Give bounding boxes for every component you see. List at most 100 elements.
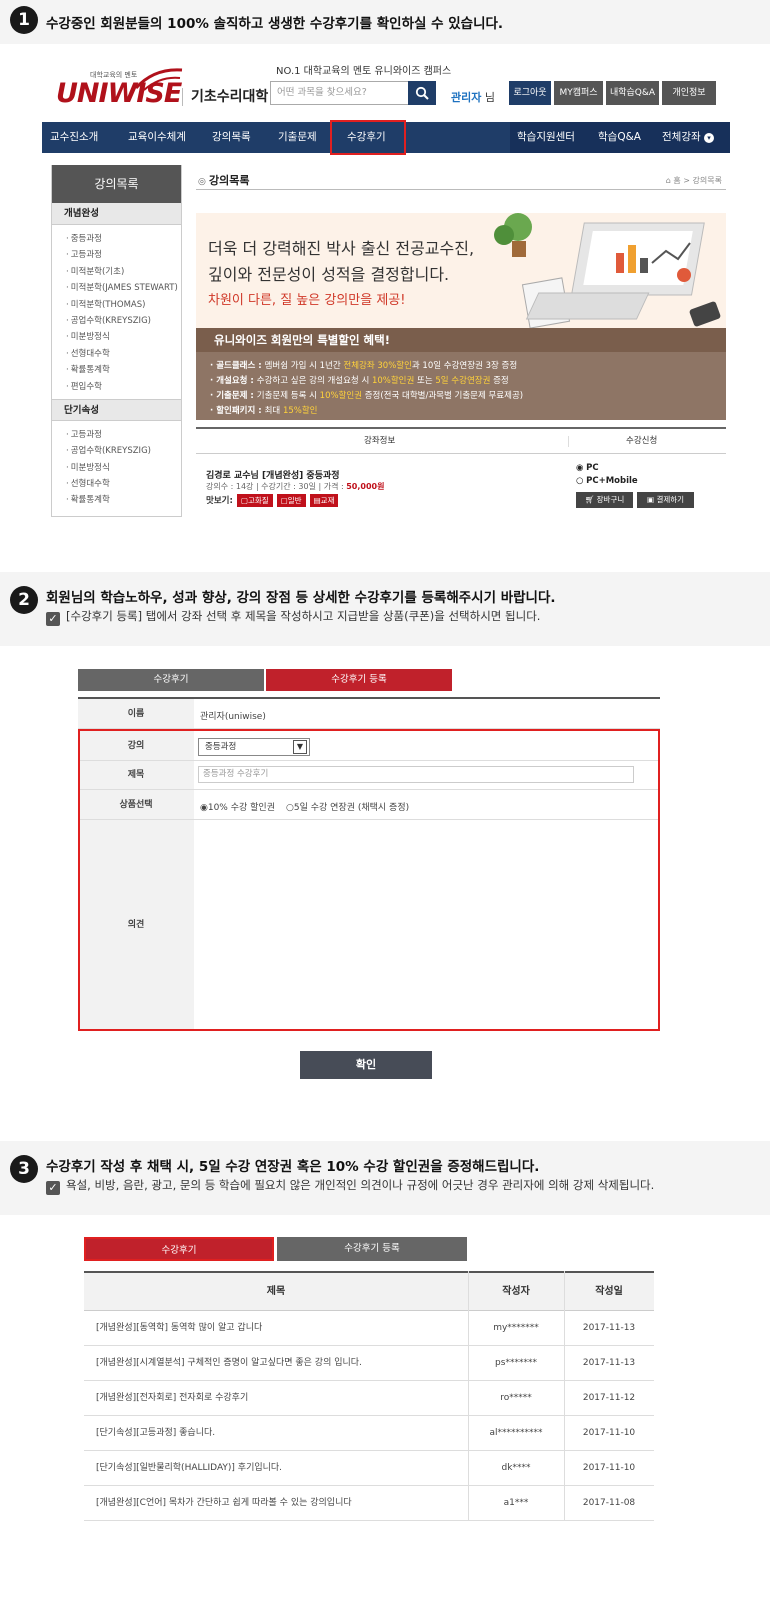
banner-line-3: 차원이 다른, 질 높은 강의만을 제공! [208, 293, 406, 308]
table-row[interactable]: [개념완성][시계열분석] 구체적인 증명이 알고싶다면 좋은 강의 입니다. … [84, 1346, 654, 1381]
benefit-text: 최대 [264, 406, 283, 416]
course-price: 50,000원 [346, 482, 385, 491]
nav-item-all-courses[interactable]: 전체강좌 ▾ [662, 122, 714, 153]
preview-sd-button[interactable]: ▢일반 [276, 494, 306, 507]
table-row[interactable]: [개념완성][C언어] 목차가 간단하고 쉽게 따라볼 수 있는 강의입니다 a… [84, 1486, 654, 1521]
review-date: 2017-11-08 [582, 1498, 636, 1508]
sidebar-item[interactable]: 선형대수학 [52, 476, 181, 492]
sidebar-item[interactable]: 공업수학(KREYSZIG) [52, 443, 181, 459]
pay-button[interactable]: ▣ 결제하기 [637, 492, 694, 508]
course-meta: 강의수 : 14강 | 수강기간 : 30일 | 가격 : 50,000원 [206, 481, 384, 492]
table-row[interactable]: [개념완성][동역학] 동역학 많이 알고 갑니다 my******* 2017… [84, 1311, 654, 1346]
sidebar-item[interactable]: 고등과정 [52, 247, 181, 263]
form-row-name: 이름 관리자(uniwise) [78, 699, 660, 729]
benefit-package: · 할인패키지 : 최대 15%할인 [210, 404, 318, 416]
review-title[interactable]: [단기속성][고등과정] 좋습니다. [96, 1416, 215, 1451]
sidebar-item[interactable]: 미적분학(JAMES STEWART) [52, 280, 181, 296]
review-author: ps******* [495, 1358, 537, 1368]
review-date: 2017-11-13 [582, 1358, 636, 1368]
sidebar-item[interactable]: 확률통계학 [52, 492, 181, 508]
sidebar-category-concept[interactable]: 개념완성 [52, 203, 181, 225]
review-title[interactable]: [개념완성][동역학] 동역학 많이 알고 갑니다 [96, 1311, 262, 1346]
sidebar-item[interactable]: 미적분학(THOMAS) [52, 297, 181, 313]
sidebar-list-concept: 중등과정 고등과정 미적분학(기초) 미적분학(JAMES STEWART) 미… [52, 225, 181, 399]
preview-hd-button[interactable]: ▢고화질 [236, 494, 273, 507]
preview-book-button[interactable]: ▤교재 [309, 494, 339, 507]
logout-button[interactable]: 로그아웃 [509, 81, 551, 105]
review-title[interactable]: [개념완성][전자회로] 전자회로 수강후기 [96, 1381, 248, 1416]
chevron-down-icon: ▾ [703, 133, 714, 143]
sidebar-item[interactable]: 중등과정 [52, 231, 181, 247]
tab-review-register[interactable]: 수강후기 등록 [266, 669, 452, 691]
tab-review[interactable]: 수강후기 [78, 669, 264, 691]
sidebar-category-short[interactable]: 단기속성 [52, 398, 181, 421]
cart-button[interactable]: 🛒︎ 장바구니 [576, 492, 633, 508]
review-author: al********** [489, 1428, 543, 1438]
nav-item-curriculum[interactable]: 교육이수체계 [128, 122, 186, 153]
profile-button[interactable]: 개인정보 [662, 81, 716, 105]
sidebar-item[interactable]: 편입수학 [52, 379, 181, 395]
option-pc-mobile-radio[interactable]: ○ PC+Mobile [576, 476, 638, 486]
benefit-highlight: 10%할인권 [319, 391, 363, 401]
user-greeting: 관리자 님 [451, 89, 495, 105]
sidebar-item[interactable]: 미분방정식 [52, 460, 181, 476]
nav-item-support[interactable]: 학습지원센터 [517, 122, 575, 153]
option-pc-radio[interactable]: ◉ PC [576, 463, 599, 473]
sidebar-item[interactable]: 미적분학(기초) [52, 264, 181, 280]
benefit-text: 수강하고 싶은 강의 개설요청 시 [256, 376, 372, 386]
nav-item-qna[interactable]: 학습Q&A [598, 122, 641, 153]
wallet-icon: ▣ [646, 495, 657, 504]
table-row[interactable]: [개념완성][전자회로] 전자회로 수강후기 ro***** 2017-11-1… [84, 1381, 654, 1416]
benefit-text: 기출문제 등록 시 [256, 391, 320, 401]
col-title: 제목 [266, 1286, 286, 1297]
sidebar-item[interactable]: 미분방정식 [52, 329, 181, 345]
review-author: dk**** [501, 1463, 531, 1473]
title-divider [196, 189, 726, 190]
course-table-header: 강좌정보 수강신청 [196, 427, 726, 454]
checkbox-icon: ✓ [46, 612, 60, 626]
option-label: PC+Mobile [586, 476, 638, 486]
col-course-apply: 수강신청 [626, 436, 658, 446]
step-3-header: 3 수강후기 작성 후 채택 시, 5일 수강 연장권 혹은 10% 수강 할인… [0, 1141, 770, 1215]
review-title[interactable]: [개념완성][C언어] 목차가 간단하고 쉽게 따라볼 수 있는 강의입니다 [96, 1486, 352, 1521]
sidebar-item[interactable]: 고등과정 [52, 427, 181, 443]
tab-review-register[interactable]: 수강후기 등록 [277, 1237, 467, 1261]
confirm-button[interactable]: 확인 [300, 1051, 432, 1079]
option-label: PC [586, 463, 599, 473]
benefit-gold: · 골드클래스 : 멤버쉽 가입 시 1년간 전체강좌 30%할인과 10일 수… [210, 359, 517, 371]
sidebar-item[interactable]: 확률통계학 [52, 362, 181, 378]
search-icon [415, 86, 429, 100]
table-row[interactable]: [단기속성][일반물리학(HALLIDAY)] 후기입니다. dk**** 20… [84, 1451, 654, 1486]
review-title[interactable]: [개념완성][시계열분석] 구체적인 증명이 알고싶다면 좋은 강의 입니다. [96, 1346, 362, 1381]
benefit-text: 또는 [414, 376, 436, 386]
nav-item-professors[interactable]: 교수진소개 [50, 122, 98, 153]
tab-review[interactable]: 수강후기 [84, 1237, 274, 1261]
review-date: 2017-11-13 [582, 1323, 636, 1333]
banner-discount-bar: 유니와이즈 회원만의 특별할인 혜택! [196, 328, 726, 352]
page-title: ◎ 강의목록 [198, 172, 249, 188]
user-name: 관리자 [451, 91, 482, 104]
tag-label: 일반 [287, 496, 302, 505]
breadcrumb-text: 홈 > 강의목록 [673, 176, 722, 185]
nav-item-exams[interactable]: 기출문제 [278, 122, 317, 153]
sidebar-list-short: 고등과정 공업수학(KREYSZIG) 미분방정식 선형대수학 확률통계학 [52, 421, 181, 513]
sidebar-item[interactable]: 선형대수학 [52, 346, 181, 362]
benefit-text: 과 10일 수강연장권 3장 증정 [411, 361, 518, 371]
step-subtitle: ✓ [수강후기 등록] 탭에서 강좌 선택 후 제목을 작성하시고 지급받을 상품… [46, 608, 540, 626]
all-courses-label: 전체강좌 [662, 131, 701, 143]
my-campus-button[interactable]: MY캠퍼스 [554, 81, 603, 105]
logo-subtitle: 기초수리대학 [182, 88, 268, 106]
table-row[interactable]: [단기속성][고등과정] 좋습니다. al********** 2017-11-… [84, 1416, 654, 1451]
nav-item-courses[interactable]: 강의목록 [212, 122, 251, 153]
review-title[interactable]: [단기속성][일반물리학(HALLIDAY)] 후기입니다. [96, 1451, 282, 1486]
course-title[interactable]: 김경로 교수님 [개념완성] 중등과정 [206, 468, 340, 481]
step-title: 회원님의 학습노하우, 성과 향상, 강의 장점 등 상세한 수강후기를 등록해… [46, 590, 556, 606]
my-qna-button[interactable]: 내학습Q&A [606, 81, 659, 105]
review-author: ro***** [500, 1393, 532, 1403]
promo-banner: 더욱 더 강력해진 박사 출신 전공교수진, 깊이와 전문성이 성적을 결정합니… [196, 213, 726, 420]
page-title-text: 강의목록 [209, 174, 250, 187]
review-author: a1*** [503, 1498, 529, 1508]
sidebar-item[interactable]: 공업수학(KREYSZIG) [52, 313, 181, 329]
search-button[interactable] [408, 81, 436, 105]
benefit-highlight: 15%할인 [282, 406, 318, 416]
